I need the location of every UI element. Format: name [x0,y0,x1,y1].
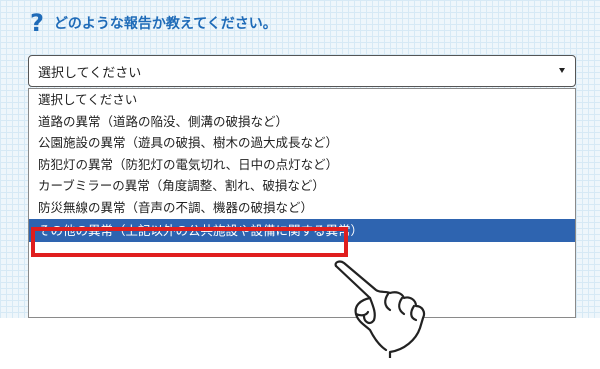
option-curve-mirror[interactable]: カーブミラーの異常（角度調整、割れ、破損など） [29,175,575,197]
option-streetlight[interactable]: 防犯灯の異常（防犯灯の電気切れ、日中の点灯など） [29,154,575,176]
option-park[interactable]: 公園施設の異常（遊具の破損、樹木の過大成長など） [29,132,575,154]
option-disaster-radio[interactable]: 防災無線の異常（音声の不調、機器の破損など） [29,197,575,219]
triangle-down-icon [559,68,565,73]
report-type-select[interactable]: 選択してください [28,55,576,87]
question-heading: ? どのような報告か教えてください。 [30,10,277,36]
question-mark-icon: ? [30,9,44,37]
option-road[interactable]: 道路の異常（道路の陥没、側溝の破損など） [29,111,575,133]
option-placeholder[interactable]: 選択してください [29,89,575,111]
hand-pointer-icon [334,260,426,358]
highlight-box [31,227,348,257]
question-text: どのような報告か教えてください。 [53,16,277,32]
dropdown-list[interactable]: 選択してください 道路の異常（道路の陥没、側溝の破損など） 公園施設の異常（遊具… [28,88,576,318]
select-current-value: 選択してください [38,65,142,81]
